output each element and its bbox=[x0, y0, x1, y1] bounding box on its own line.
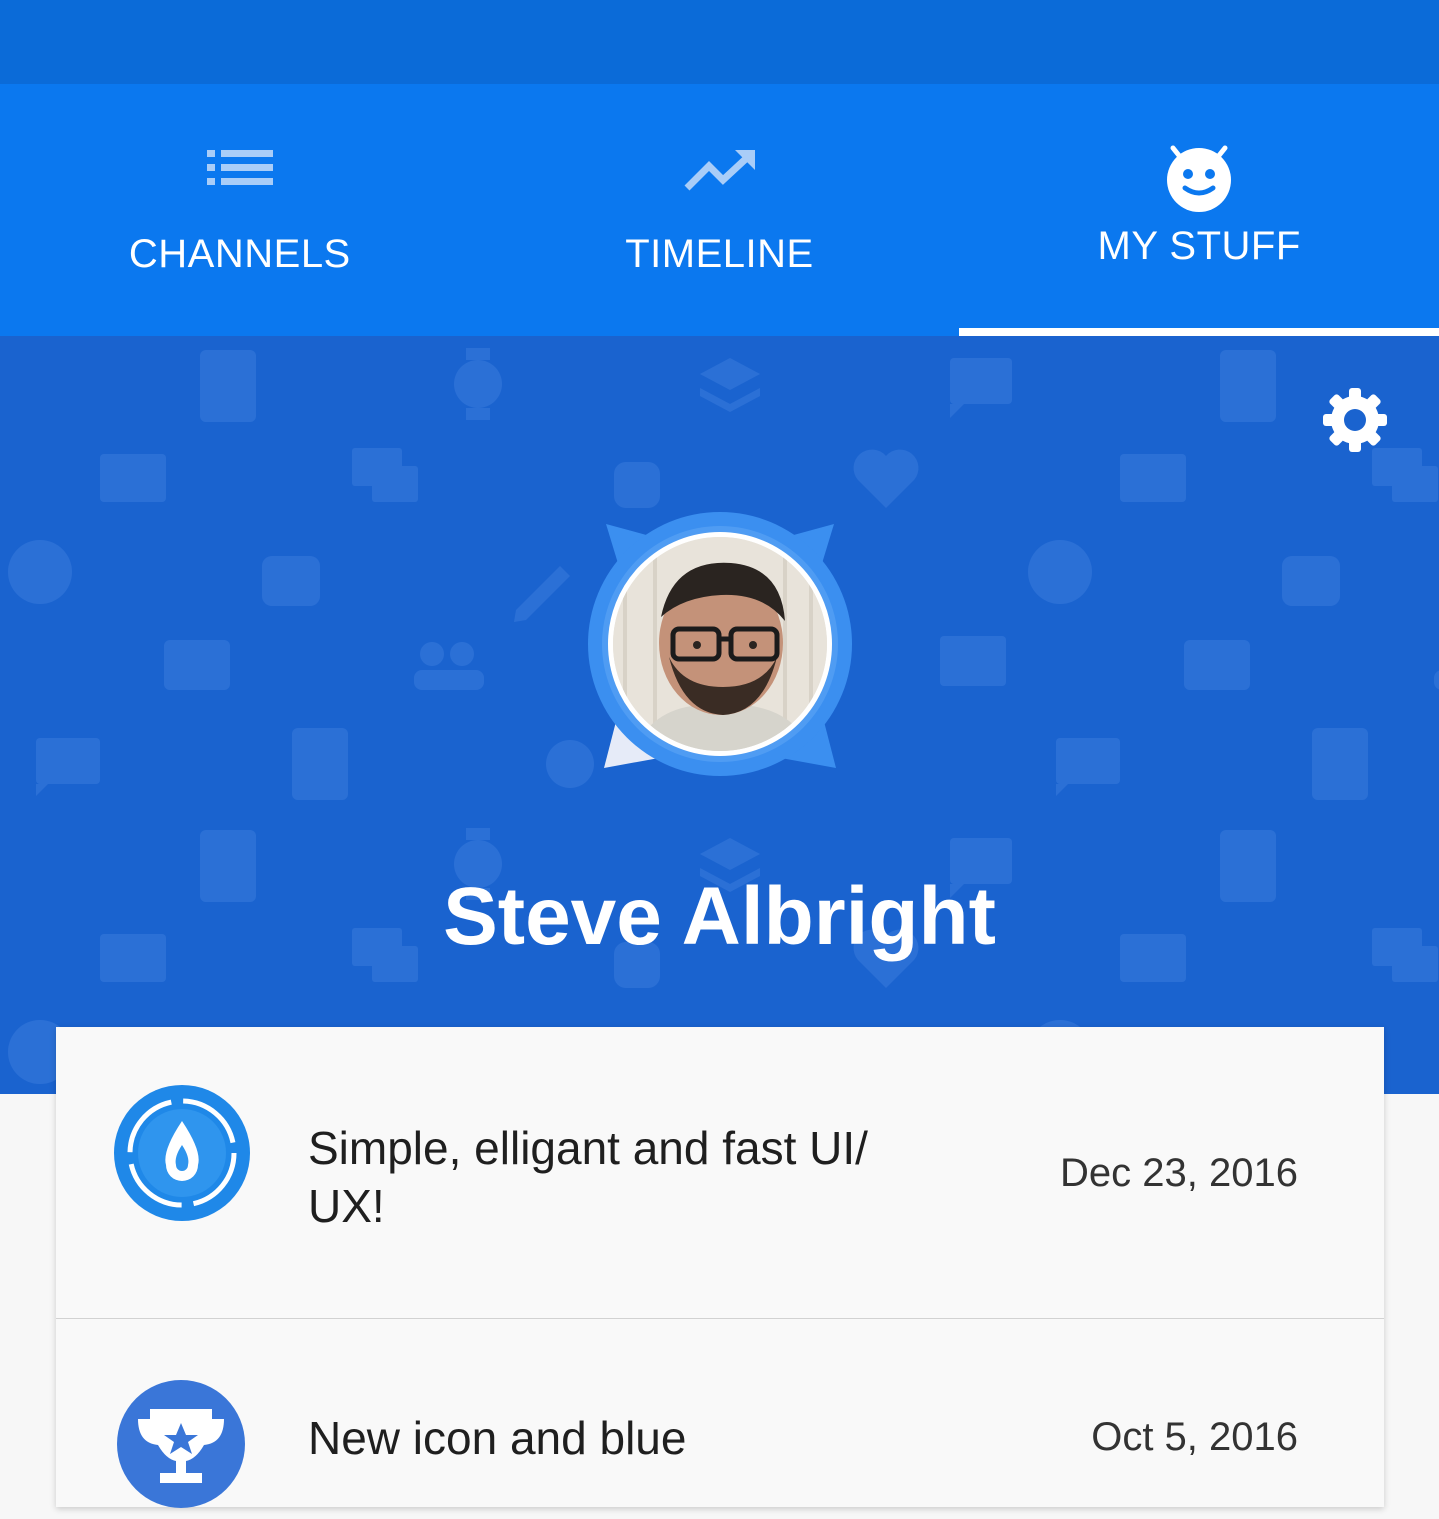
user-photo bbox=[608, 532, 832, 756]
tab-my-stuff[interactable]: MY STUFF bbox=[959, 84, 1439, 336]
updates-card: Simple, elligant and fast UI/ UX! Dec 23… bbox=[56, 1027, 1384, 1508]
list-icon bbox=[206, 148, 273, 193]
list-item[interactable]: Simple, elligant and fast UI/ UX! Dec 23… bbox=[56, 1027, 1384, 1318]
tab-timeline-label: TIMELINE bbox=[625, 232, 814, 276]
tab-my-stuff-label: MY STUFF bbox=[1097, 224, 1301, 268]
list-item-title: New icon and blue bbox=[308, 1412, 687, 1464]
android-face-icon bbox=[1163, 142, 1235, 219]
tab-channels-label: CHANNELS bbox=[128, 232, 351, 276]
tab-bar: CHANNELS TIMELINE MY STUFF bbox=[0, 84, 1439, 336]
list-item-date: Dec 23, 2016 bbox=[1060, 1151, 1298, 1195]
trending-up-icon bbox=[683, 148, 757, 197]
list-item[interactable]: New icon and blue Oct 5, 2016 bbox=[56, 1319, 1384, 1519]
list-item-date: Oct 5, 2016 bbox=[1091, 1415, 1298, 1459]
profile-name: Steve Albright bbox=[443, 871, 996, 962]
list-item-title: Simple, elligant and fast UI/ UX! bbox=[308, 1122, 868, 1232]
gear-icon bbox=[1319, 388, 1391, 460]
tab-timeline[interactable]: TIMELINE bbox=[480, 84, 960, 336]
settings-button[interactable] bbox=[1319, 384, 1391, 456]
profile-header: Steve Albright bbox=[0, 336, 1439, 1094]
tab-channels[interactable]: CHANNELS bbox=[0, 84, 480, 336]
status-bar bbox=[0, 0, 1439, 84]
water-drop-badge-icon bbox=[112, 1083, 252, 1228]
avatar[interactable] bbox=[580, 506, 860, 786]
active-tab-indicator bbox=[959, 328, 1439, 336]
